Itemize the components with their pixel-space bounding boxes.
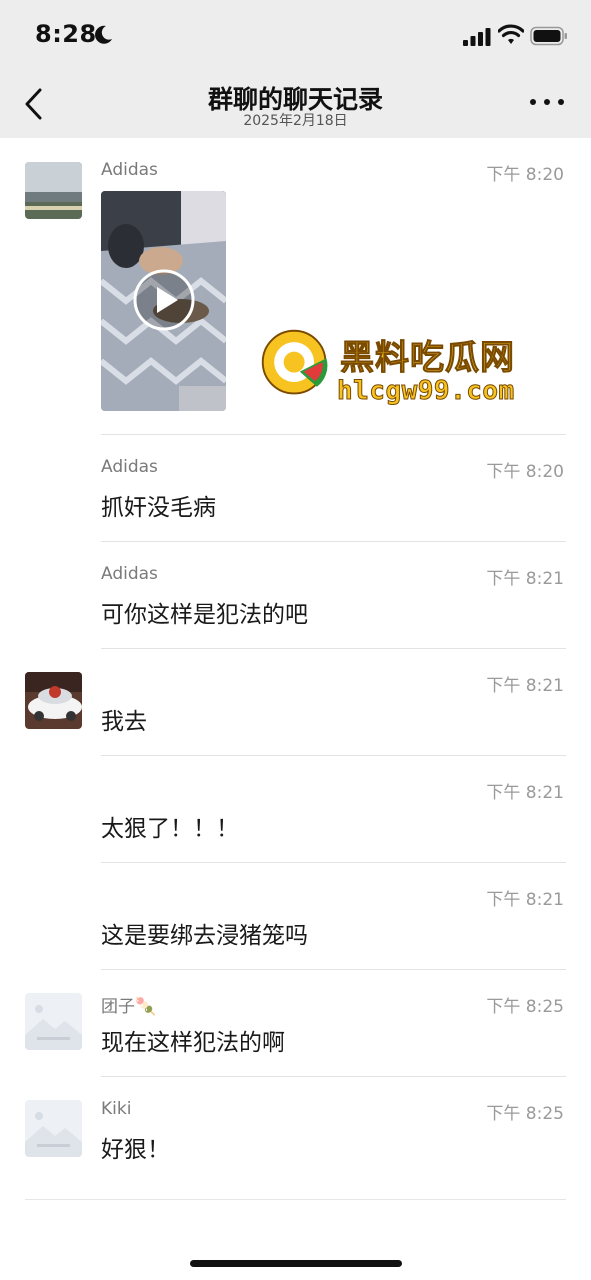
message-time: 下午 8:21	[486, 676, 564, 696]
home-indicator[interactable]	[190, 1260, 402, 1267]
play-icon	[133, 269, 195, 331]
message-text: 好狠！	[101, 1137, 170, 1163]
message-item: Adidas 下午 8:21 可你这样是犯法的吧	[0, 542, 591, 649]
watermark-url: hlcgw99.com	[337, 376, 515, 407]
watermark-name: 黑料吃瓜网	[340, 338, 515, 379]
message-sender: Adidas	[101, 564, 158, 584]
avatar[interactable]	[25, 672, 82, 729]
message-text: 抓奸没毛病	[101, 495, 216, 521]
message-text: 可你这样是犯法的吧	[101, 602, 308, 628]
message-sender: Adidas	[101, 160, 158, 180]
message-item: 下午 8:21 我去	[0, 649, 591, 756]
message-text: 太狠了！！！	[101, 816, 239, 842]
message-item: 下午 8:21 太狠了！！！	[0, 756, 591, 863]
video-thumbnail[interactable]	[101, 191, 226, 411]
message-item: 下午 8:21 这是要绑去浸猪笼吗	[0, 863, 591, 970]
message-sender: Kiki	[101, 1099, 132, 1119]
message-time: 下午 8:25	[486, 997, 564, 1017]
watermark-logo-icon	[261, 329, 328, 395]
message-time: 下午 8:21	[486, 890, 564, 910]
message-time: 下午 8:21	[486, 569, 564, 589]
message-text: 我去	[101, 709, 147, 735]
message-text: 现在这样犯法的啊	[101, 1030, 285, 1056]
avatar[interactable]	[25, 1100, 82, 1157]
message-time: 下午 8:20	[486, 462, 564, 482]
message-item: Adidas 下午 8:20 抓奸没毛病	[0, 435, 591, 542]
message-time: 下午 8:21	[486, 783, 564, 803]
divider	[25, 1199, 566, 1200]
message-time: 下午 8:25	[486, 1104, 564, 1124]
message-item: 团子🍡 下午 8:25 现在这样犯法的啊	[0, 970, 591, 1077]
chat-history-screen: 8:28 群聊的聊天记录 2025年2月18日 Adidas 下午 8:20 黑…	[0, 0, 591, 1280]
message-text: 这是要绑去浸猪笼吗	[101, 923, 308, 949]
message-time: 下午 8:20	[486, 165, 564, 185]
avatar[interactable]	[25, 162, 82, 219]
message-item: Kiki 下午 8:25 好狠！	[0, 1077, 591, 1184]
avatar[interactable]	[25, 993, 82, 1050]
message-sender: 团子🍡	[101, 997, 157, 1017]
message-sender: Adidas	[101, 457, 158, 477]
